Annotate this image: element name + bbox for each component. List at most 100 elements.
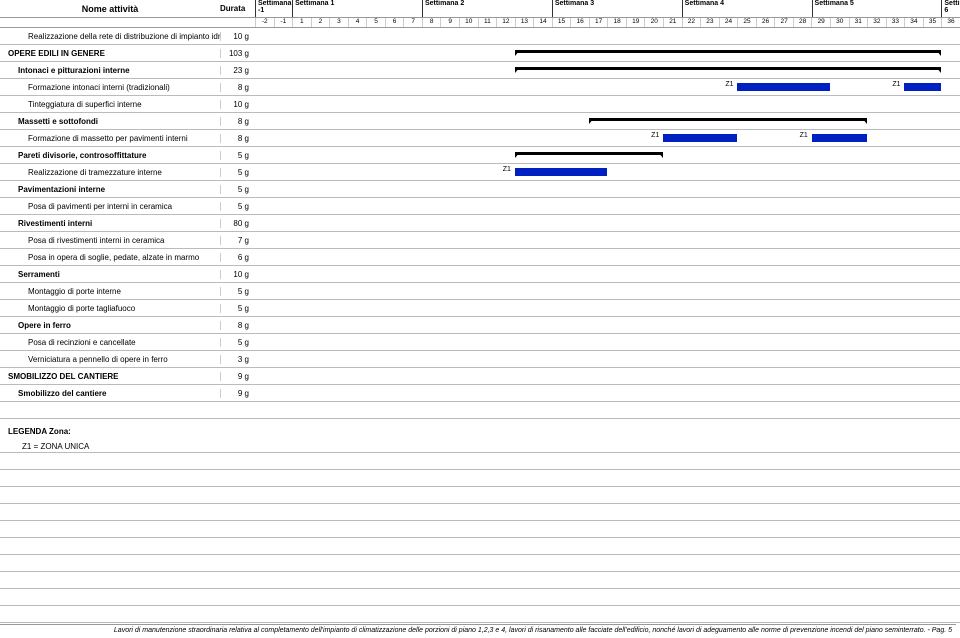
- task-row: Massetti e sottofondi8 g: [0, 113, 960, 130]
- task-row: Montaggio di porte interne5 g: [0, 283, 960, 300]
- task-row: Serramenti10 g: [0, 266, 960, 283]
- day-header: 14: [533, 18, 552, 27]
- task-row: SMOBILIZZO DEL CANTIERE9 g: [0, 368, 960, 385]
- week-header: Settimana -1: [255, 0, 292, 17]
- gantt-cell: [255, 334, 960, 350]
- day-header: 29: [811, 18, 830, 27]
- gantt-cell: Z1 Z1: [255, 79, 960, 95]
- task-duration: 8 g: [220, 83, 255, 92]
- day-header: 2: [311, 18, 330, 27]
- gantt-cell: [255, 215, 960, 231]
- task-bar: [904, 83, 941, 91]
- day-header: 34: [904, 18, 923, 27]
- empty-row: [0, 572, 960, 589]
- task-duration: 5 g: [220, 185, 255, 194]
- day-header: 26: [756, 18, 775, 27]
- task-name: Formazione intonaci interni (tradizional…: [0, 83, 220, 92]
- day-header: 19: [626, 18, 645, 27]
- gantt-rows: Realizzazione della rete di distribuzion…: [0, 28, 960, 638]
- task-duration: 8 g: [220, 134, 255, 143]
- day-header: 15: [552, 18, 571, 27]
- task-name: OPERE EDILI IN GENERE: [0, 49, 220, 58]
- day-header: 18: [607, 18, 626, 27]
- task-name: Tinteggiatura di superfici interne: [0, 100, 220, 109]
- task-name: Massetti e sottofondi: [0, 117, 220, 126]
- day-header: 25: [737, 18, 756, 27]
- gantt-cell: [255, 249, 960, 265]
- day-header: 3: [329, 18, 348, 27]
- gantt-cell: [255, 300, 960, 316]
- task-name: Serramenti: [0, 270, 220, 279]
- day-header: 32: [867, 18, 886, 27]
- day-header: 23: [700, 18, 719, 27]
- day-header: 24: [719, 18, 738, 27]
- gantt-cell: [255, 198, 960, 214]
- day-header: 10: [459, 18, 478, 27]
- week-header: Settimana 6: [941, 0, 960, 17]
- page-footer: Lavori di manutenzione straordinaria rel…: [0, 624, 956, 636]
- task-row: Pavimentazioni interne5 g: [0, 181, 960, 198]
- task-duration: 3 g: [220, 355, 255, 364]
- task-row: Verniciatura a pennello di opere in ferr…: [0, 351, 960, 368]
- task-name: Smobilizzo del cantiere: [0, 389, 220, 398]
- task-duration: 5 g: [220, 287, 255, 296]
- day-header: 6: [385, 18, 404, 27]
- task-bar: [663, 134, 737, 142]
- day-header: 20: [644, 18, 663, 27]
- day-header: 8: [422, 18, 441, 27]
- task-name: Rivestimenti interni: [0, 219, 220, 228]
- task-row: Realizzazione della rete di distribuzion…: [0, 28, 960, 45]
- week-header: Settimana 1: [292, 0, 422, 17]
- gantt-cell: [255, 147, 960, 163]
- task-duration: 5 g: [220, 338, 255, 347]
- task-name: Intonaci e pitturazioni interne: [0, 66, 220, 75]
- gantt-cell: [255, 266, 960, 282]
- day-header: 33: [886, 18, 905, 27]
- empty-row: [0, 521, 960, 538]
- day-headers: -2-1123456789101112131415161718192021222…: [255, 18, 960, 27]
- day-header: 9: [440, 18, 459, 27]
- task-duration: 8 g: [220, 117, 255, 126]
- task-name: SMOBILIZZO DEL CANTIERE: [0, 372, 220, 381]
- col-header-duration: Durata: [220, 0, 255, 17]
- task-bar: [812, 134, 868, 142]
- day-header: 11: [478, 18, 497, 27]
- col-header-name: Nome attività: [0, 0, 220, 17]
- task-duration: 10 g: [220, 32, 255, 41]
- gantt-cell: [255, 113, 960, 129]
- task-name: Posa di recinzioni e cancellate: [0, 338, 220, 347]
- summary-bar: [515, 67, 942, 70]
- day-header: 31: [849, 18, 868, 27]
- day-header: 36: [941, 18, 960, 27]
- bar-label: Z1: [651, 132, 659, 139]
- day-header: 22: [682, 18, 701, 27]
- task-duration: 103 g: [220, 49, 255, 58]
- task-name: Posa in opera di soglie, pedate, alzate …: [0, 253, 220, 262]
- task-duration: 23 g: [220, 66, 255, 75]
- empty-row: [0, 487, 960, 504]
- day-header: -1: [274, 18, 293, 27]
- day-header: 21: [663, 18, 682, 27]
- task-name: Verniciatura a pennello di opere in ferr…: [0, 355, 220, 364]
- task-bar: [737, 83, 830, 91]
- day-header: 17: [589, 18, 608, 27]
- day-header: 35: [923, 18, 942, 27]
- task-duration: 7 g: [220, 236, 255, 245]
- bar-label: Z1: [725, 81, 733, 88]
- empty-row: [0, 453, 960, 470]
- week-header: Settimana 2: [422, 0, 552, 17]
- task-row: Realizzazione di tramezzature interne5 g…: [0, 164, 960, 181]
- gantt-cell: [255, 181, 960, 197]
- summary-bar: [589, 118, 867, 121]
- task-duration: 5 g: [220, 304, 255, 313]
- bar-label: Z1: [892, 81, 900, 88]
- day-header: 12: [496, 18, 515, 27]
- empty-row: [0, 538, 960, 555]
- task-name: Posa di rivestimenti interni in ceramica: [0, 236, 220, 245]
- task-bar: [515, 168, 608, 176]
- gantt-cell: [255, 317, 960, 333]
- task-duration: 9 g: [220, 389, 255, 398]
- empty-row: [0, 606, 960, 623]
- task-row: Posa di recinzioni e cancellate5 g: [0, 334, 960, 351]
- task-row: Montaggio di porte tagliafuoco5 g: [0, 300, 960, 317]
